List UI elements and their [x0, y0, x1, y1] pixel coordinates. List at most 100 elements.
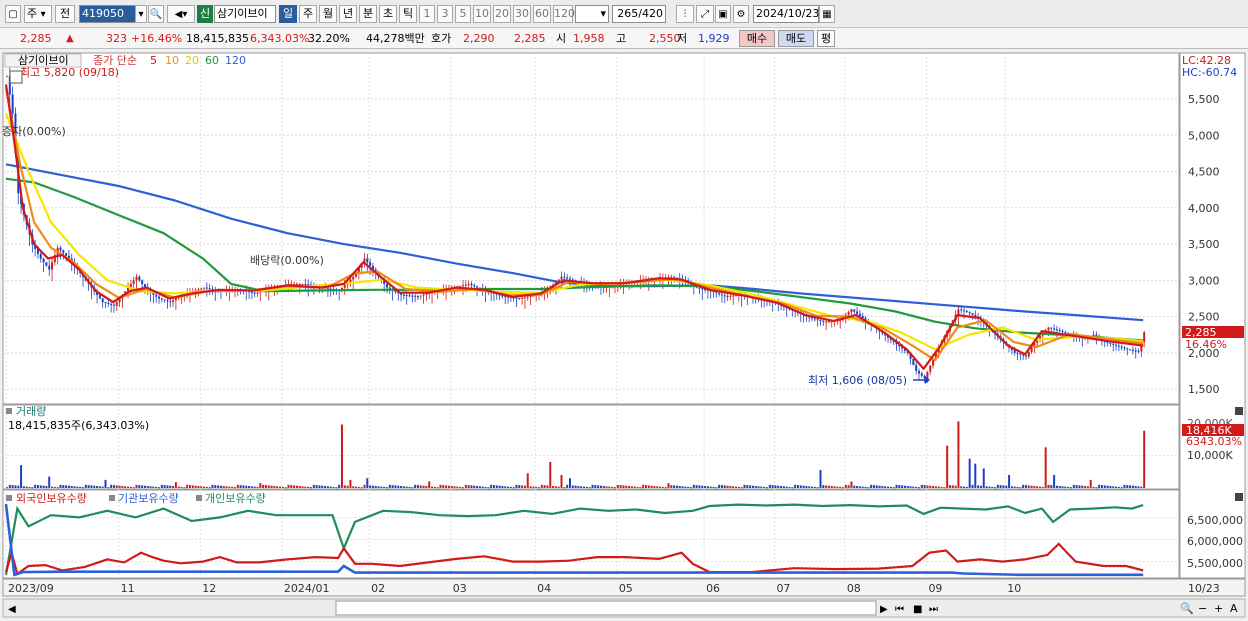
custom-interval-select[interactable]: ▾: [575, 5, 609, 23]
volume-bar: [62, 485, 65, 488]
candle-body: [960, 309, 963, 311]
volume-bar: [616, 484, 619, 488]
close-icon[interactable]: [1235, 493, 1243, 501]
volume-bar: [943, 487, 946, 489]
rewind-icon[interactable]: ⏮: [895, 604, 904, 615]
candle-body: [560, 276, 563, 280]
volume-bar: [842, 487, 844, 489]
period-month-button[interactable]: 월: [319, 5, 337, 23]
avg-button[interactable]: 평: [817, 30, 835, 47]
candle-icon[interactable]: ⫶: [676, 5, 694, 23]
period-second-button[interactable]: 초: [379, 5, 397, 23]
sell-button[interactable]: 매도: [778, 30, 814, 47]
calendar-icon[interactable]: ▦: [819, 5, 835, 23]
buy-button[interactable]: 매수: [739, 30, 775, 47]
volume-bar: [301, 486, 304, 488]
candle-body: [405, 295, 408, 297]
holding-panel: [2, 489, 1180, 579]
interval-5-button[interactable]: 5: [455, 5, 471, 23]
volume-bar: [687, 486, 690, 488]
zoom-icon[interactable]: 🔍: [1180, 601, 1194, 615]
interval-60-button[interactable]: 60: [533, 5, 551, 23]
holding-tick-6000000: 6,000,000: [1187, 535, 1243, 548]
panel-handle-icon[interactable]: [6, 495, 12, 501]
period-week-button[interactable]: 주: [299, 5, 317, 23]
period-tick-button[interactable]: 틱: [399, 5, 417, 23]
zoom-out-icon[interactable]: −: [1198, 602, 1207, 615]
view-count-field[interactable]: 265/420: [612, 5, 666, 23]
chevron-down-icon[interactable]: ▾: [135, 5, 147, 23]
volume-bar: [304, 486, 307, 488]
candle-body: [853, 309, 856, 312]
candle-body: [101, 298, 104, 303]
volume-bar: [160, 484, 163, 488]
volume-bar: [994, 487, 996, 489]
forward-icon[interactable]: ⏭: [929, 604, 938, 615]
volume-bar: [262, 484, 265, 488]
scroll-right-icon[interactable]: ▶: [880, 604, 888, 615]
panel-handle-icon[interactable]: [109, 495, 115, 501]
panel-handle-icon[interactable]: [6, 408, 12, 414]
x-tick-label: 06: [706, 582, 720, 595]
panel-handle-icon[interactable]: [196, 495, 202, 501]
volume-bar: [1053, 474, 1056, 488]
volume-bar: [450, 486, 453, 488]
interval-10-button[interactable]: 10: [473, 5, 491, 23]
volume-bar: [281, 486, 284, 488]
volume-bar: [887, 486, 890, 488]
stock-code-input[interactable]: 419050: [79, 5, 137, 23]
period-year-button[interactable]: 년: [339, 5, 357, 23]
period-select[interactable]: 주 ▾: [24, 5, 52, 23]
scroll-thumb[interactable]: [335, 600, 877, 616]
scroll-left-icon[interactable]: ◀: [8, 604, 16, 615]
interval-1-button[interactable]: 1: [419, 5, 435, 23]
volume-bar: [76, 486, 79, 488]
date-field[interactable]: 2024/10/23: [753, 5, 819, 23]
volume-bar: [1115, 486, 1118, 488]
interval-20-button[interactable]: 20: [493, 5, 511, 23]
draw-icon[interactable]: ⤢: [696, 5, 714, 23]
volume-bar: [735, 486, 738, 488]
candle-body: [160, 298, 163, 300]
period-minute-button[interactable]: 분: [359, 5, 377, 23]
volume-bar: [1022, 484, 1025, 488]
volume-bar: [51, 486, 54, 488]
interval-120-button[interactable]: 120: [553, 5, 575, 23]
interval-30-button[interactable]: 30: [513, 5, 531, 23]
save-icon[interactable]: ▣: [715, 5, 731, 23]
volume-bar: [335, 487, 338, 489]
volume-panel: [2, 404, 1180, 490]
speaker-icon[interactable]: ◀▾: [167, 5, 195, 23]
interval-3-button[interactable]: 3: [437, 5, 453, 23]
search-icon[interactable]: 🔍: [148, 5, 164, 23]
volume-panel-title: 거래량: [16, 405, 46, 418]
zoom-in-icon[interactable]: +: [1214, 602, 1223, 615]
period-day-button[interactable]: 일: [279, 5, 297, 23]
volume-bar: [205, 486, 208, 488]
stop-icon[interactable]: ■: [913, 604, 922, 615]
font-size-icon[interactable]: A: [1230, 602, 1238, 615]
candle-body: [1061, 331, 1064, 333]
volume-bar: [856, 486, 859, 488]
window-icon[interactable]: ▢: [5, 5, 21, 23]
candle-body: [295, 283, 298, 285]
close-icon[interactable]: [1235, 407, 1243, 415]
candle-body: [825, 321, 828, 323]
x-tick-label: 02: [371, 582, 385, 595]
volume-bar: [597, 485, 600, 488]
volume-bar: [614, 487, 616, 489]
volume-bar: [110, 484, 113, 488]
volume-bar: [996, 484, 999, 488]
box-icon[interactable]: [9, 70, 23, 84]
x-tick-label: 04: [537, 582, 551, 595]
stock-chart[interactable]: ◀ ▶ ⏮ ■ ⏭ 🔍 − + A 5,500 5,000 4,500 4,000 3,…: [0, 49, 1248, 621]
volume-bar: [782, 486, 785, 488]
candle-body: [1129, 349, 1132, 351]
stock-name-field[interactable]: 삼기이브이: [214, 5, 276, 23]
volume-bar: [982, 468, 985, 488]
volume-bar: [355, 486, 358, 488]
candle-body: [566, 277, 569, 279]
candle-body: [819, 319, 822, 321]
gear-icon[interactable]: ⚙: [733, 5, 749, 23]
prev-button[interactable]: 전: [55, 5, 75, 23]
